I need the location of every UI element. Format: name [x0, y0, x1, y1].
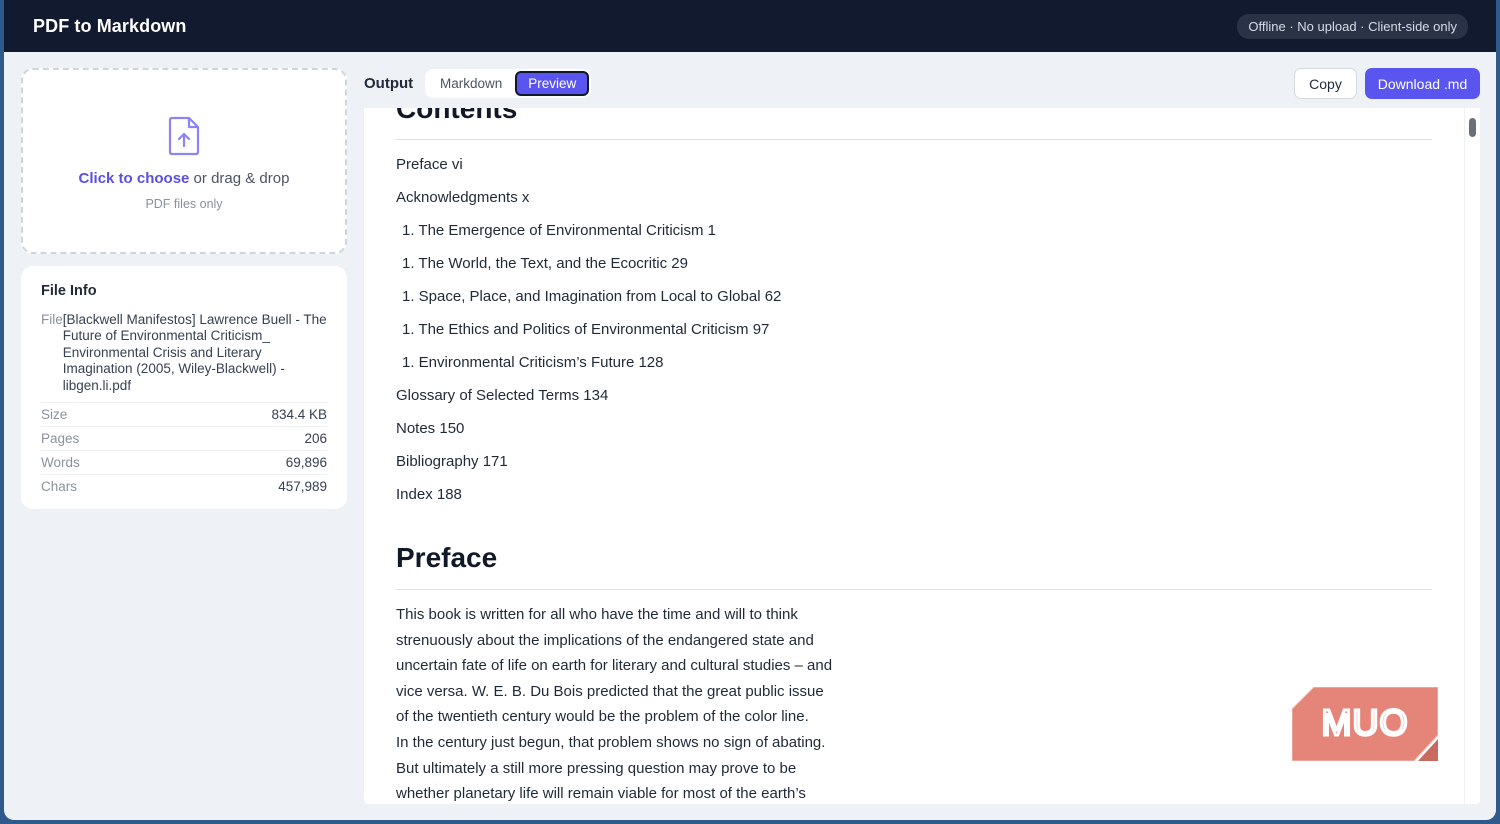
toc-numbered-item: 1. The Emergence of Environmental Critic…	[402, 222, 717, 239]
contents-heading: Contents	[396, 108, 518, 124]
watermark-text: MUO	[1322, 702, 1409, 743]
pages-value: 206	[304, 431, 327, 447]
paragraph-line: of the twentieth century would be the pr…	[396, 708, 809, 726]
heading-divider	[396, 589, 1432, 590]
dropzone-hint: PDF files only	[145, 196, 223, 211]
file-upload-icon	[168, 116, 200, 155]
preview-scrollbar[interactable]	[1464, 108, 1480, 804]
paragraph-line: whether planetary life will remain viabl…	[396, 785, 806, 803]
paragraph-line: This book is written for all who have th…	[396, 606, 798, 623]
preface-paragraph: This book is written for all who have th…	[396, 602, 866, 804]
file-words-row: Words 69,896	[41, 450, 327, 474]
scrollbar-thumb[interactable]	[1469, 118, 1476, 137]
chars-value: 457,989	[278, 479, 327, 495]
output-label: Output	[364, 75, 414, 92]
paragraph-line: vice versa. W. E. B. Du Bois predicted t…	[396, 682, 824, 700]
toc-line: Notes 150	[396, 420, 465, 437]
toc-line: Glossary of Selected Terms 134	[396, 387, 609, 404]
paragraph-line: In the century just begun, that problem …	[396, 733, 826, 751]
size-label: Size	[41, 407, 68, 423]
preface-heading: Preface	[396, 542, 498, 573]
heading-divider	[396, 139, 1432, 140]
toc-line: Index 188	[396, 486, 462, 503]
muo-watermark-logo: MUO	[1292, 687, 1438, 761]
words-value: 69,896	[285, 455, 327, 471]
toc-line: Acknowledgments x	[396, 189, 530, 206]
choose-file-link[interactable]: Click to choose	[79, 170, 190, 187]
file-label: File	[41, 312, 63, 327]
dropzone-text: Click to choose or drag & drop	[79, 170, 290, 187]
toc-line: Bibliography 171	[396, 453, 508, 470]
toc-numbered-item: 1. The Ethics and Politics of Environmen…	[402, 321, 770, 338]
file-info-card: File Info File [Blackwell Manifestos] La…	[21, 266, 347, 509]
file-chars-row: Chars 457,989	[41, 474, 327, 498]
app-title: PDF to Markdown	[33, 15, 187, 36]
drag-drop-text: or drag & drop	[189, 169, 290, 187]
tab-preview[interactable]: Preview	[515, 71, 590, 96]
file-info-title: File Info	[41, 283, 97, 299]
file-size-row: Size 834.4 KB	[41, 402, 327, 426]
output-tabs: Markdown Preview	[425, 69, 592, 98]
download-md-button[interactable]: Download .md	[1365, 68, 1480, 99]
copy-button[interactable]: Copy	[1294, 68, 1357, 99]
status-badge: Offline · No upload · Client-side only	[1237, 13, 1468, 39]
toc-numbered-item: 1. Space, Place, and Imagination from Lo…	[402, 288, 782, 305]
pdf-dropzone[interactable]: Click to choose or drag & drop PDF files…	[21, 68, 347, 254]
paragraph-line: strenuously about the implications of th…	[396, 631, 814, 649]
file-pages-row: Pages 206	[41, 426, 327, 450]
app-window: PDF to Markdown Offline · No upload · Cl…	[4, 0, 1496, 820]
paragraph-line: uncertain fate of life on earth for lite…	[396, 657, 833, 675]
toc-numbered-item: 1. The World, the Text, and the Ecocriti…	[402, 255, 688, 272]
tab-markdown[interactable]: Markdown	[427, 71, 515, 96]
toc-line: Preface vi	[396, 156, 463, 173]
pages-label: Pages	[41, 431, 80, 447]
chars-label: Chars	[41, 479, 78, 495]
paragraph-line: But ultimately a still more pressing que…	[396, 759, 797, 777]
file-name-value: [Blackwell Manifestos] Lawrence Buell - …	[62, 312, 327, 393]
size-value: 834.4 KB	[271, 407, 327, 423]
toc-numbered-item: 1. Environmental Criticism’s Future 128	[402, 354, 664, 371]
top-bar: PDF to Markdown Offline · No upload · Cl…	[4, 0, 1496, 52]
words-label: Words	[41, 455, 80, 471]
file-name-row: File [Blackwell Manifestos] Lawrence Bue…	[41, 312, 327, 394]
